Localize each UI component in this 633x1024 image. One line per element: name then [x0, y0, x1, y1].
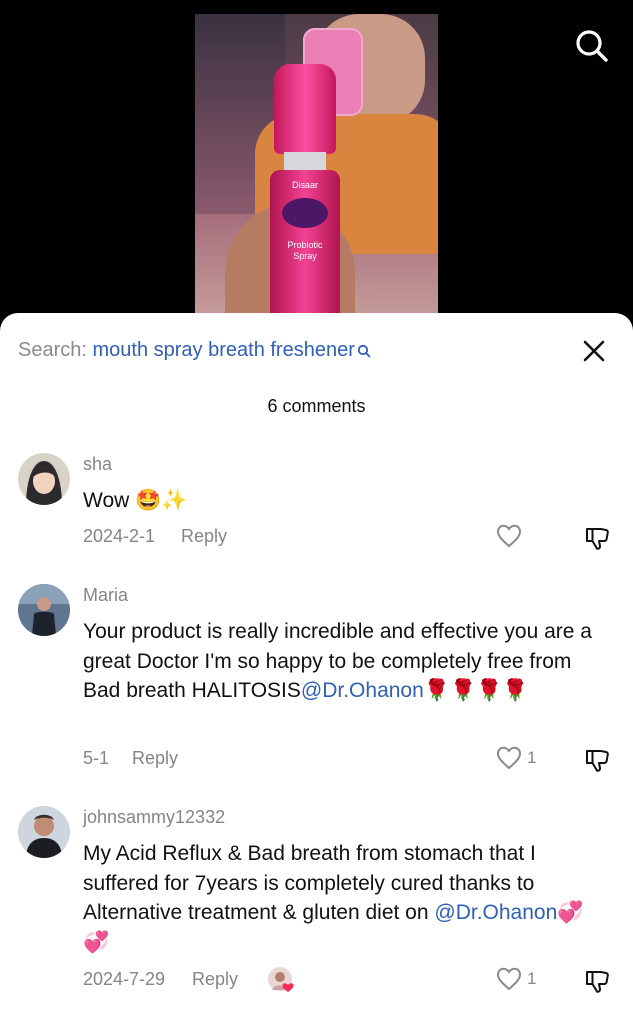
- comment-date: 2024-2-1: [83, 526, 156, 546]
- video-player[interactable]: Disaar Probiotic Spray: [0, 0, 633, 340]
- like-count: 1: [527, 969, 537, 988]
- reply-button[interactable]: Reply: [192, 969, 238, 990]
- reply-button[interactable]: Reply: [181, 526, 227, 547]
- reply-button[interactable]: Reply: [132, 748, 178, 769]
- search-prefix: Search:: [18, 339, 87, 361]
- like-count: 1: [527, 748, 537, 767]
- comment-text: Wow 🤩✨: [83, 489, 188, 512]
- comment-username[interactable]: Maria: [83, 585, 128, 606]
- mention-link[interactable]: @Dr.Ohanon: [301, 679, 424, 702]
- comments-sheet: Search: mouth spray breath freshener 6 c…: [0, 313, 633, 1024]
- avatar[interactable]: [18, 453, 70, 505]
- comment-date: 2024-7-29: [83, 969, 166, 989]
- close-icon[interactable]: [582, 339, 606, 363]
- creator-liked-avatar-icon: [267, 966, 295, 994]
- dislike-icon[interactable]: [584, 525, 610, 551]
- mention-link[interactable]: @Dr.Ohanon: [434, 901, 557, 924]
- like-heart-icon[interactable]: [496, 524, 522, 548]
- search-icon[interactable]: [574, 28, 610, 64]
- product-bottle: Disaar Probiotic Spray: [270, 64, 340, 334]
- avatar[interactable]: [18, 584, 70, 636]
- comment-text: Your product is really incredible and ef…: [83, 617, 613, 706]
- video-thumbnail[interactable]: Disaar Probiotic Spray: [195, 14, 438, 334]
- comment-username[interactable]: sha: [83, 454, 112, 475]
- like-heart-icon[interactable]: [496, 746, 522, 770]
- avatar[interactable]: [18, 806, 70, 858]
- bottle-label-line1: Probiotic: [287, 240, 323, 250]
- comment-date: 5-1: [83, 748, 110, 768]
- dislike-icon[interactable]: [584, 968, 610, 994]
- like-heart-icon[interactable]: [496, 967, 522, 991]
- search-query[interactable]: mouth spray breath freshener: [93, 339, 355, 361]
- comment-text: My Acid Reflux & Bad breath from stomach…: [83, 839, 613, 957]
- comment-username[interactable]: johnsammy12332: [83, 807, 225, 828]
- comment-count: 6 comments: [267, 396, 366, 416]
- dislike-icon[interactable]: [584, 747, 610, 773]
- search-mini-icon: [357, 341, 371, 364]
- bottle-label-line2: Spray: [293, 251, 317, 261]
- search-suggestion[interactable]: Search: mouth spray breath freshener: [18, 339, 371, 364]
- comment-emojis: 🌹🌹🌹🌹: [423, 679, 529, 702]
- bottle-brand: Disaar: [291, 180, 318, 190]
